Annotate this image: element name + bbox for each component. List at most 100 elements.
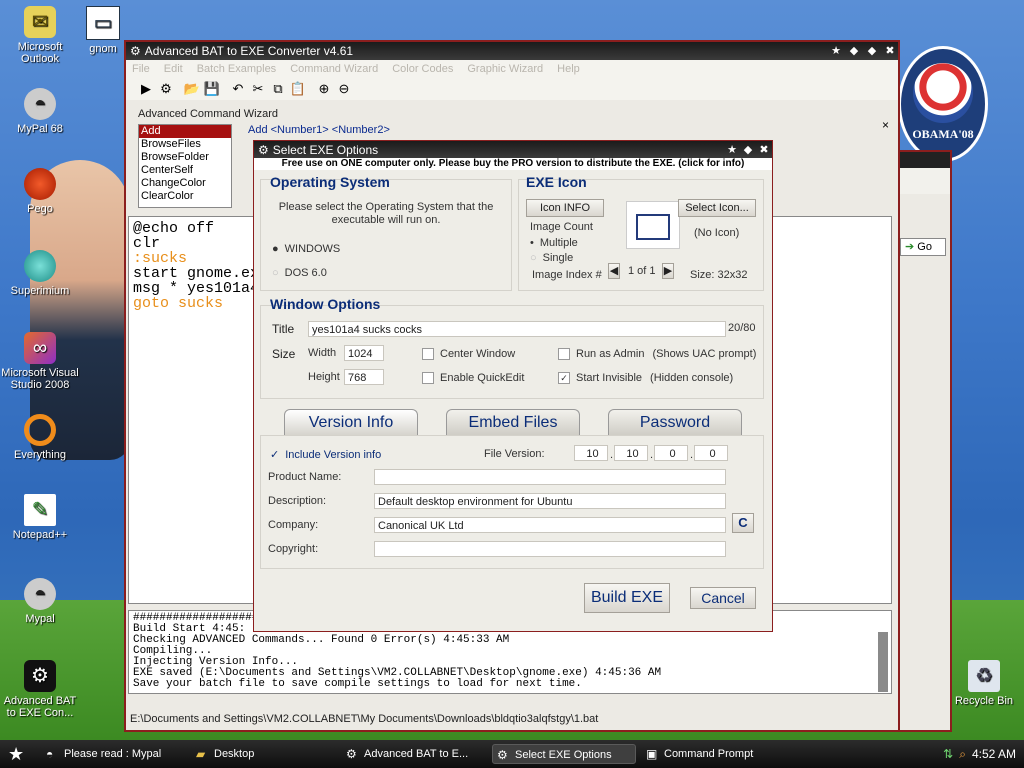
go-button[interactable]: ➔ Go <box>900 238 946 256</box>
start-button[interactable]: ★ <box>8 744 36 765</box>
task-command-prompt[interactable]: ▣ Command Prompt <box>642 744 786 764</box>
maximize-button[interactable]: ◆ <box>864 44 880 58</box>
menu-edit[interactable]: Edit <box>164 63 183 75</box>
desktop-icon-everything[interactable]: Everything <box>0 414 80 461</box>
file-version-minor[interactable]: 10 <box>614 445 648 461</box>
desktop-icon-outlook[interactable]: ✉ Microsoft Outlook <box>0 6 80 65</box>
desktop-icon-recycle-bin[interactable]: ♻ Recycle Bin <box>944 660 1024 707</box>
task-mypal[interactable]: ◓ Please read : Mypal <box>42 744 186 764</box>
task-bat-exe[interactable]: ⚙ Advanced BAT to E... <box>342 744 486 764</box>
center-window-checkbox[interactable]: Center Window <box>422 348 515 360</box>
description-input[interactable]: Default desktop environment for Ubuntu <box>374 493 726 509</box>
command-item[interactable]: BrowseFiles <box>139 138 231 151</box>
paste-icon[interactable]: 📋 <box>288 80 308 98</box>
checkbox-note: (Shows UAC prompt) <box>652 348 757 360</box>
task-desktop[interactable]: ▰ Desktop <box>192 744 336 764</box>
tab-version-info[interactable]: Version Info <box>284 409 418 435</box>
desktop-icon-mypal68[interactable]: ◓ MyPal 68 <box>0 88 80 135</box>
close-button[interactable]: ✖ <box>882 44 898 58</box>
ball-icon <box>24 168 56 200</box>
product-name-input[interactable] <box>374 469 726 485</box>
network-icon[interactable]: ⇅ <box>943 747 953 761</box>
desktop-icon-pego[interactable]: Pego <box>0 168 80 215</box>
count-option-multiple[interactable]: • Multiple <box>530 237 578 249</box>
dialog-app-icon: ⚙ <box>258 142 269 157</box>
background-window-titlebar <box>898 152 950 168</box>
checkbox-note: (Hidden console) <box>650 372 734 384</box>
background-window[interactable]: ➔ Go <box>896 150 952 732</box>
star-icon[interactable]: ★ <box>724 143 740 156</box>
copyright-input[interactable] <box>374 541 726 557</box>
search-icon[interactable]: ⌕ <box>959 747 966 762</box>
command-item[interactable]: ClearColor <box>139 190 231 203</box>
command-item[interactable]: ChangeColor <box>139 177 231 190</box>
include-version-checkbox[interactable]: ✓ Include Version info <box>270 448 381 462</box>
menu-batch-examples[interactable]: Batch Examples <box>197 63 276 75</box>
star-icon[interactable]: ★ <box>828 44 844 58</box>
title-input[interactable]: yes101a4 sucks cocks <box>308 321 726 337</box>
company-input[interactable]: Canonical UK Ltd <box>374 517 726 533</box>
zoom-in-icon[interactable]: ⊕ <box>314 80 334 98</box>
copy-icon[interactable]: ⧉ <box>268 80 288 98</box>
os-option-windows[interactable]: ● WINDOWS <box>272 243 340 255</box>
bat-exe-icon: ⚙ <box>497 748 508 762</box>
save-icon[interactable]: 💾 <box>202 80 222 98</box>
desktop-icon-notepadpp[interactable]: ✎ Notepad++ <box>0 494 80 541</box>
os-option-dos[interactable]: ○ DOS 6.0 <box>272 267 327 279</box>
menu-command-wizard[interactable]: Command Wizard <box>290 63 378 75</box>
radio-selected-icon: • <box>530 237 534 249</box>
cancel-button[interactable]: Cancel <box>690 587 756 609</box>
width-label: Width <box>308 347 337 359</box>
select-icon-button[interactable]: Select Icon... <box>678 199 756 217</box>
command-list[interactable]: Add BrowseFiles BrowseFolder CenterSelf … <box>138 124 232 208</box>
tab-embed-files[interactable]: Embed Files <box>446 409 580 435</box>
desktop-icon-visual-studio[interactable]: ∞ Microsoft Visual Studio 2008 <box>0 332 80 391</box>
height-input[interactable]: 768 <box>344 369 384 385</box>
enable-quickedit-checkbox[interactable]: Enable QuickEdit <box>422 372 524 384</box>
menu-graphic-wizard[interactable]: Graphic Wizard <box>467 63 543 75</box>
folder-icon: ▰ <box>196 747 206 761</box>
close-wizard-icon[interactable]: × <box>882 118 889 132</box>
start-invisible-checkbox[interactable]: ✓ Start Invisible (Hidden console) <box>558 372 733 384</box>
zoom-out-icon[interactable]: ⊖ <box>334 80 354 98</box>
command-syntax: Add <Number1> <Number2> <box>248 124 390 136</box>
command-item[interactable]: BrowseFolder <box>139 151 231 164</box>
menu-color-codes[interactable]: Color Codes <box>392 63 453 75</box>
minimize-button[interactable]: ◆ <box>846 44 862 58</box>
undo-icon[interactable]: ↶ <box>228 80 248 98</box>
file-version-build[interactable]: 0 <box>654 445 688 461</box>
dialog-titlebar[interactable]: ⚙ Select EXE Options ★ ◆ ✖ <box>254 141 772 158</box>
dialog-minimize-button[interactable]: ◆ <box>740 143 756 156</box>
pro-version-notice[interactable]: Free use on ONE computer only. Please bu… <box>254 158 772 170</box>
dialog-close-button[interactable]: ✖ <box>756 143 772 156</box>
tab-password[interactable]: Password <box>608 409 742 435</box>
open-folder-icon[interactable]: 📂 <box>182 80 202 98</box>
desktop-icon-bat-exe[interactable]: ⚙ Advanced BAT to EXE Con... <box>0 660 80 719</box>
icon-info-button[interactable]: Icon INFO <box>526 199 604 217</box>
desktop-icon-gnome[interactable]: ▭ gnom <box>78 6 128 55</box>
clock[interactable]: 4:52 AM <box>972 747 1016 761</box>
desktop-icon-superimium[interactable]: Superimium <box>0 250 80 297</box>
file-version-revision[interactable]: 0 <box>694 445 728 461</box>
file-version-major[interactable]: 10 <box>574 445 608 461</box>
menu-file[interactable]: File <box>132 63 150 75</box>
desktop-icon-label: Microsoft Visual Studio 2008 <box>1 367 79 391</box>
copyright-symbol-button[interactable]: C <box>732 513 754 533</box>
output-scrollbar[interactable] <box>878 632 888 692</box>
desktop-icon-mypal[interactable]: ◓ Mypal <box>0 578 80 625</box>
task-select-exe-options[interactable]: ⚙ Select EXE Options <box>492 744 636 764</box>
count-option-single[interactable]: ○ Single <box>530 252 573 264</box>
width-input[interactable]: 1024 <box>344 345 384 361</box>
main-window-titlebar[interactable]: ⚙ Advanced BAT to EXE Converter v4.61 ★ … <box>126 42 898 60</box>
command-item[interactable]: Add <box>139 125 231 138</box>
build-exe-button[interactable]: Build EXE <box>584 583 670 613</box>
run-as-admin-checkbox[interactable]: Run as Admin (Shows UAC prompt) <box>558 348 756 360</box>
prev-icon-button[interactable]: ◀ <box>608 263 620 279</box>
build-icon[interactable]: ⚙ <box>156 80 176 98</box>
menu-help[interactable]: Help <box>557 63 580 75</box>
next-icon-button[interactable]: ▶ <box>662 263 674 279</box>
cut-icon[interactable]: ✂ <box>248 80 268 98</box>
command-item[interactable]: CenterSelf <box>139 164 231 177</box>
run-icon[interactable]: ▶ <box>136 80 156 98</box>
select-exe-options-dialog[interactable]: ⚙ Select EXE Options ★ ◆ ✖ Free use on O… <box>253 140 773 632</box>
